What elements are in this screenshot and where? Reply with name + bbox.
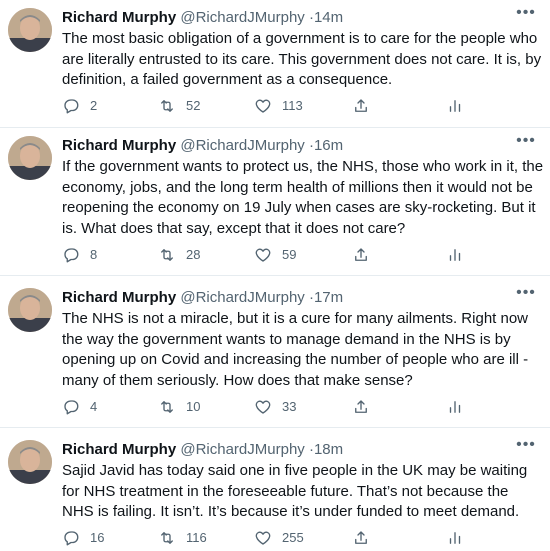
like-button[interactable]: 33: [254, 397, 296, 417]
heart-icon: [255, 248, 271, 262]
avatar[interactable]: [8, 8, 52, 52]
like-button[interactable]: 113: [254, 96, 303, 116]
tweet-actions: 16 116 255: [62, 528, 482, 548]
retweet-button[interactable]: 28: [158, 245, 200, 265]
share-icon: [355, 531, 367, 544]
retweet-icon: [161, 100, 173, 112]
timestamp[interactable]: 16m: [314, 137, 343, 154]
heart-icon: [255, 400, 271, 414]
retweet-count: 28: [186, 247, 201, 262]
share-button[interactable]: [352, 528, 370, 548]
reply-count: 2: [90, 98, 98, 113]
avatar[interactable]: [8, 440, 52, 484]
retweet-icon: [161, 401, 173, 413]
retweet-button[interactable]: 52: [158, 96, 200, 116]
analytics-icon: [449, 249, 461, 261]
analytics-button[interactable]: [446, 397, 464, 417]
analytics-button[interactable]: [446, 96, 464, 116]
tweet-actions: 8 28 59: [62, 245, 482, 265]
reply-count: 4: [90, 399, 98, 414]
like-count: 59: [282, 247, 297, 262]
more-icon[interactable]: •••: [516, 133, 536, 154]
share-icon: [355, 248, 367, 261]
tweet-header: Richard Murphy @RichardJMurphy ·18m: [62, 440, 534, 460]
more-icon[interactable]: •••: [516, 285, 536, 306]
more-icon[interactable]: •••: [516, 5, 536, 26]
share-icon: [355, 99, 367, 112]
author-handle[interactable]: @RichardJMurphy: [180, 441, 304, 458]
author-handle[interactable]: @RichardJMurphy: [180, 137, 304, 154]
reply-icon: [64, 400, 79, 415]
tweet[interactable]: Richard Murphy @RichardJMurphy ·18m ••• …: [0, 432, 550, 551]
like-button[interactable]: 255: [254, 528, 304, 548]
timestamp[interactable]: 18m: [314, 441, 343, 458]
reply-icon: [64, 531, 79, 546]
heart-icon: [255, 531, 271, 545]
reply-button[interactable]: 16: [62, 528, 104, 548]
reply-button[interactable]: 8: [62, 245, 97, 265]
retweet-button[interactable]: 10: [158, 397, 200, 417]
author-name[interactable]: Richard Murphy: [62, 289, 176, 306]
author-name[interactable]: Richard Murphy: [62, 137, 176, 154]
reply-count: 8: [90, 247, 98, 262]
retweet-count: 52: [186, 98, 201, 113]
avatar[interactable]: [8, 288, 52, 332]
retweet-icon: [161, 249, 173, 261]
timestamp[interactable]: 17m: [314, 289, 343, 306]
retweet-icon: [161, 532, 173, 544]
tweet[interactable]: Richard Murphy @RichardJMurphy ·16m ••• …: [0, 128, 550, 276]
tweet-text: Sajid Javid has today said one in five p…: [62, 462, 528, 521]
more-icon[interactable]: •••: [516, 437, 536, 458]
timeline: Richard Murphy @RichardJMurphy ·14m ••• …: [0, 0, 550, 551]
analytics-icon: [449, 100, 461, 112]
tweet-header: Richard Murphy @RichardJMurphy ·17m: [62, 288, 534, 308]
retweet-count: 116: [186, 530, 207, 545]
reply-icon: [64, 248, 79, 263]
tweet-text: The most basic obligation of a governmen…: [62, 30, 542, 89]
like-count: 255: [282, 530, 304, 545]
analytics-button[interactable]: [446, 528, 464, 548]
tweet-actions: 2 52 113: [62, 96, 482, 116]
tweet-text: The NHS is not a miracle, but it is a cu…: [62, 310, 529, 389]
share-button[interactable]: [352, 96, 370, 116]
timestamp[interactable]: 14m: [314, 9, 343, 26]
tweet[interactable]: Richard Murphy @RichardJMurphy ·17m ••• …: [0, 280, 550, 428]
like-count: 113: [282, 98, 303, 113]
analytics-icon: [449, 401, 461, 413]
retweet-count: 10: [186, 399, 201, 414]
tweet-header: Richard Murphy @RichardJMurphy ·14m: [62, 8, 534, 28]
author-name[interactable]: Richard Murphy: [62, 9, 176, 26]
share-icon: [355, 400, 367, 413]
tweet-actions: 4 10 33: [62, 397, 482, 417]
tweet[interactable]: Richard Murphy @RichardJMurphy ·14m ••• …: [0, 0, 550, 128]
heart-icon: [255, 99, 271, 113]
author-name[interactable]: Richard Murphy: [62, 441, 176, 458]
author-handle[interactable]: @RichardJMurphy: [180, 289, 304, 306]
reply-icon: [64, 99, 79, 114]
reply-count: 16: [90, 530, 105, 545]
retweet-button[interactable]: 116: [158, 528, 207, 548]
reply-button[interactable]: 2: [62, 96, 97, 116]
avatar[interactable]: [8, 136, 52, 180]
like-count: 33: [282, 399, 297, 414]
tweet-text: If the government wants to protect us, t…: [62, 158, 544, 237]
reply-button[interactable]: 4: [62, 397, 97, 417]
share-button[interactable]: [352, 397, 370, 417]
like-button[interactable]: 59: [254, 245, 296, 265]
share-button[interactable]: [352, 245, 370, 265]
analytics-button[interactable]: [446, 245, 464, 265]
analytics-icon: [449, 532, 461, 544]
author-handle[interactable]: @RichardJMurphy: [180, 9, 304, 26]
tweet-header: Richard Murphy @RichardJMurphy ·16m: [62, 136, 534, 156]
